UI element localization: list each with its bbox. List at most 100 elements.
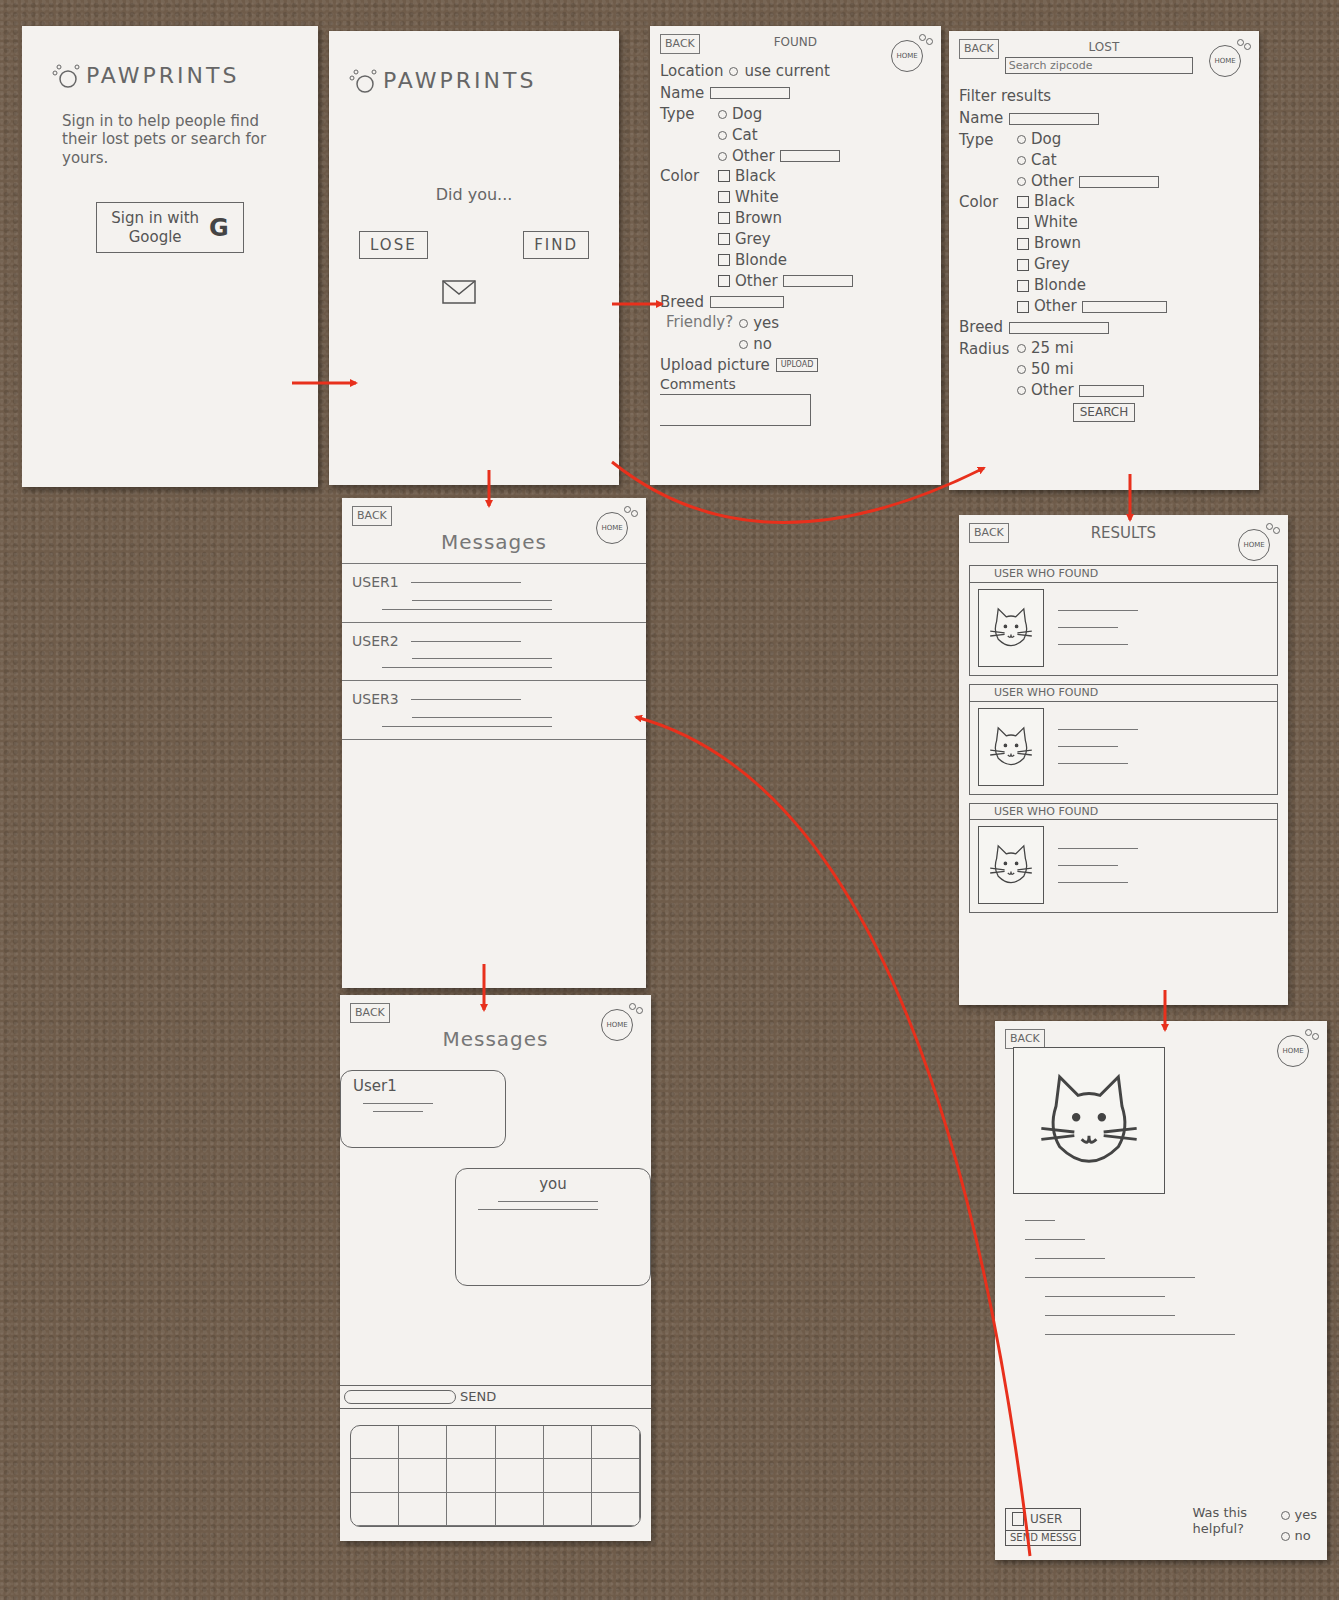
home-button[interactable]: HOME (1277, 1035, 1309, 1067)
other-text-field[interactable] (780, 150, 840, 162)
home-button[interactable]: HOME (1238, 529, 1270, 561)
thread-row[interactable]: USER3 (342, 681, 646, 740)
thread-row[interactable]: USER1 (342, 564, 646, 623)
radio-button[interactable] (1017, 344, 1026, 353)
finder-label: USER WHO FOUND (970, 804, 1277, 821)
back-button[interactable]: BACK (352, 506, 392, 526)
other-text-field[interactable] (1079, 385, 1144, 397)
radio-button[interactable] (729, 67, 738, 76)
send-button[interactable]: SEND (460, 1389, 496, 1405)
checkbox[interactable] (1017, 280, 1029, 292)
radio-button[interactable] (718, 131, 727, 140)
home-button[interactable]: HOME (601, 1009, 633, 1041)
checkbox[interactable] (1017, 196, 1029, 208)
key[interactable] (351, 1459, 399, 1492)
key[interactable] (447, 1493, 495, 1526)
keyboard[interactable] (350, 1425, 641, 1527)
radio-button[interactable] (1281, 1511, 1290, 1520)
user-name: USER (1030, 1512, 1062, 1527)
google-signin-button[interactable]: Sign in withGoogleG (96, 202, 243, 254)
thread-row[interactable]: USER2 (342, 623, 646, 682)
checkbox[interactable] (1017, 301, 1029, 313)
radio-button[interactable] (739, 319, 748, 328)
key[interactable] (496, 1459, 544, 1492)
radio-button[interactable] (1017, 156, 1026, 165)
text-field[interactable] (1009, 113, 1099, 125)
radio-button[interactable] (1017, 365, 1026, 374)
result-card[interactable]: USER WHO FOUND (969, 565, 1278, 676)
flow-arrow (488, 470, 491, 506)
radio-button[interactable] (1017, 386, 1026, 395)
search-button[interactable]: SEARCH (1073, 403, 1136, 422)
lose-button[interactable]: LOSE (359, 231, 428, 260)
text-field[interactable] (710, 87, 790, 99)
checkbox[interactable] (718, 212, 730, 224)
option-label: use current (744, 62, 829, 81)
key[interactable] (496, 1493, 544, 1526)
key[interactable] (447, 1426, 495, 1459)
result-card[interactable]: USER WHO FOUND (969, 803, 1278, 914)
key[interactable] (399, 1493, 447, 1526)
option-label: Cat (732, 126, 758, 145)
back-button[interactable]: BACK (660, 34, 700, 54)
radio-button[interactable] (1281, 1532, 1290, 1541)
radio-button[interactable] (718, 152, 727, 161)
radio-button[interactable] (739, 340, 748, 349)
radio-button[interactable] (1017, 135, 1026, 144)
key[interactable] (592, 1426, 640, 1459)
zipcode-search-field[interactable] (1005, 57, 1193, 74)
key[interactable] (351, 1426, 399, 1459)
option-label: Grey (1034, 255, 1070, 274)
home-button[interactable]: HOME (891, 40, 923, 72)
find-button[interactable]: FIND (523, 231, 589, 260)
radio-button[interactable] (1017, 177, 1026, 186)
result-card[interactable]: USER WHO FOUND (969, 684, 1278, 795)
key[interactable] (399, 1426, 447, 1459)
radio-button[interactable] (718, 110, 727, 119)
upload-button[interactable]: UPLOAD (776, 358, 819, 372)
message-input[interactable] (344, 1390, 456, 1404)
home-button[interactable]: HOME (1209, 45, 1241, 77)
option-label: 50 mi (1031, 360, 1074, 379)
checkbox[interactable] (1017, 238, 1029, 250)
option-list: DogCatOther (718, 104, 840, 166)
other-text-field[interactable] (1079, 176, 1159, 188)
other-text-field[interactable] (783, 275, 853, 287)
checkbox[interactable] (1017, 217, 1029, 229)
option-row: Other (1017, 381, 1144, 401)
pet-picture (978, 589, 1044, 667)
checkbox[interactable] (718, 170, 730, 182)
key[interactable] (592, 1459, 640, 1492)
option-label: Other (1031, 172, 1074, 191)
text-field[interactable] (1009, 322, 1109, 334)
key[interactable] (544, 1493, 592, 1526)
checkbox[interactable] (718, 233, 730, 245)
key[interactable] (447, 1459, 495, 1492)
key[interactable] (544, 1426, 592, 1459)
messages-link[interactable] (339, 259, 609, 305)
option-list: yesno (1281, 1505, 1317, 1546)
checkbox[interactable] (718, 191, 730, 203)
key[interactable] (544, 1459, 592, 1492)
pet-picture (978, 826, 1044, 904)
checkbox[interactable] (1017, 259, 1029, 271)
key[interactable] (496, 1426, 544, 1459)
home-button[interactable]: HOME (596, 512, 628, 544)
back-button[interactable]: BACK (969, 523, 1009, 543)
back-button[interactable]: BACK (959, 39, 999, 59)
key[interactable] (592, 1493, 640, 1526)
keyboard-wrap (350, 1409, 641, 1527)
other-text-field[interactable] (1082, 301, 1167, 313)
checkbox[interactable] (718, 254, 730, 266)
send-message-button[interactable]: SEND MESSG (1006, 1530, 1080, 1546)
comments-box[interactable] (660, 394, 811, 426)
checkbox[interactable] (718, 275, 730, 287)
back-button[interactable]: BACK (1005, 1029, 1045, 1049)
back-button[interactable]: BACK (350, 1003, 390, 1023)
option-row: yes (1281, 1505, 1317, 1525)
key[interactable] (399, 1459, 447, 1492)
user-avatar (1012, 1512, 1024, 1526)
text-field[interactable] (710, 296, 784, 308)
option-row: Black (1017, 192, 1167, 212)
key[interactable] (351, 1493, 399, 1526)
